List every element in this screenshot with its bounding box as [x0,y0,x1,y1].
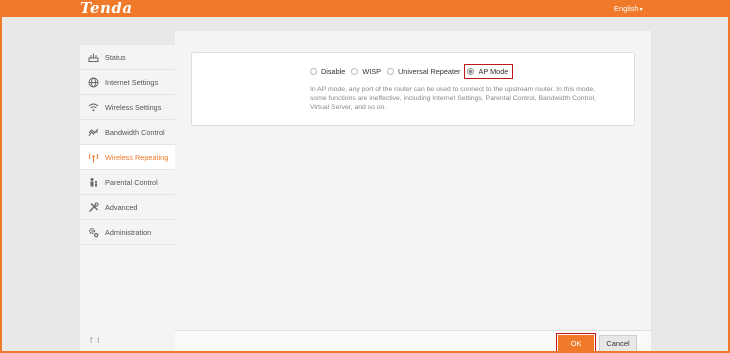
action-footer: OK Cancel [175,330,651,353]
repeater-icon [88,152,99,163]
sidebar-item-label: Wireless Settings [105,102,162,112]
twitter-icon[interactable]: t [97,336,99,345]
mode-radio-wisp[interactable]: WISP [351,67,381,76]
social-links: f t [90,336,99,345]
ok-button[interactable]: OK [558,335,594,351]
sidebar-item-label: Bandwidth Control [105,127,165,137]
mode-radio-disable[interactable]: Disable [310,67,345,76]
mode-label: AP Mode [478,67,509,76]
language-selector[interactable]: English▾ [614,0,643,17]
mode-radio-universal-repeater[interactable]: Universal Repeater [387,67,460,76]
language-label: English [614,4,639,13]
facebook-icon[interactable]: f [90,336,92,345]
ok-highlight: OK [556,333,596,353]
radio-circle-checked [467,68,475,75]
repeating-mode-panel: Disable WISP Universal Repeater AP Mode … [191,52,635,126]
mode-label: WISP [362,67,381,76]
sidebar-item-label: Administration [105,227,152,237]
sidebar-item-bandwidth-control[interactable]: Bandwidth Control [80,120,175,145]
sidebar: Status Internet Settings Wireless Settin… [80,45,175,353]
caret-down-icon: ▾ [639,7,643,13]
radio-circle [351,68,359,75]
mode-label: Universal Repeater [398,67,461,76]
sidebar-item-internet-settings[interactable]: Internet Settings [80,70,175,95]
gears-icon [88,227,99,238]
mode-label: Disable [321,67,346,76]
mode-description: In AP mode, any port of the router can b… [310,86,596,111]
sidebar-item-wireless-repeating[interactable]: Wireless Repeating [80,145,175,170]
sidebar-item-parental-control[interactable]: Parental Control [80,170,175,195]
tenda-logo: Tenda [80,0,133,17]
status-icon [88,52,99,63]
globe-icon [88,77,99,88]
main-content: Disable WISP Universal Repeater AP Mode … [175,31,651,353]
wifi-icon [88,102,99,113]
sidebar-item-label: Advanced [105,202,138,212]
radio-circle [310,68,317,75]
tools-icon [88,202,99,213]
sidebar-item-label: Status [105,52,126,62]
sidebar-item-administration[interactable]: Administration [80,220,175,245]
sidebar-item-status[interactable]: Status [80,45,175,70]
mode-radio-ap-mode[interactable]: AP Mode [464,64,514,79]
sidebar-item-wireless-settings[interactable]: Wireless Settings [80,95,175,120]
top-bar: Tenda English▾ [0,0,730,17]
sidebar-item-label: Parental Control [105,177,158,187]
bandwidth-icon [88,127,99,138]
cancel-button[interactable]: Cancel [599,335,637,352]
parental-icon [88,177,99,188]
sidebar-item-label: Internet Settings [105,77,159,87]
mode-radio-group: Disable WISP Universal Repeater AP Mode [310,64,519,79]
sidebar-item-advanced[interactable]: Advanced [80,195,175,220]
radio-circle [387,68,394,75]
sidebar-item-label: Wireless Repeating [105,152,169,162]
